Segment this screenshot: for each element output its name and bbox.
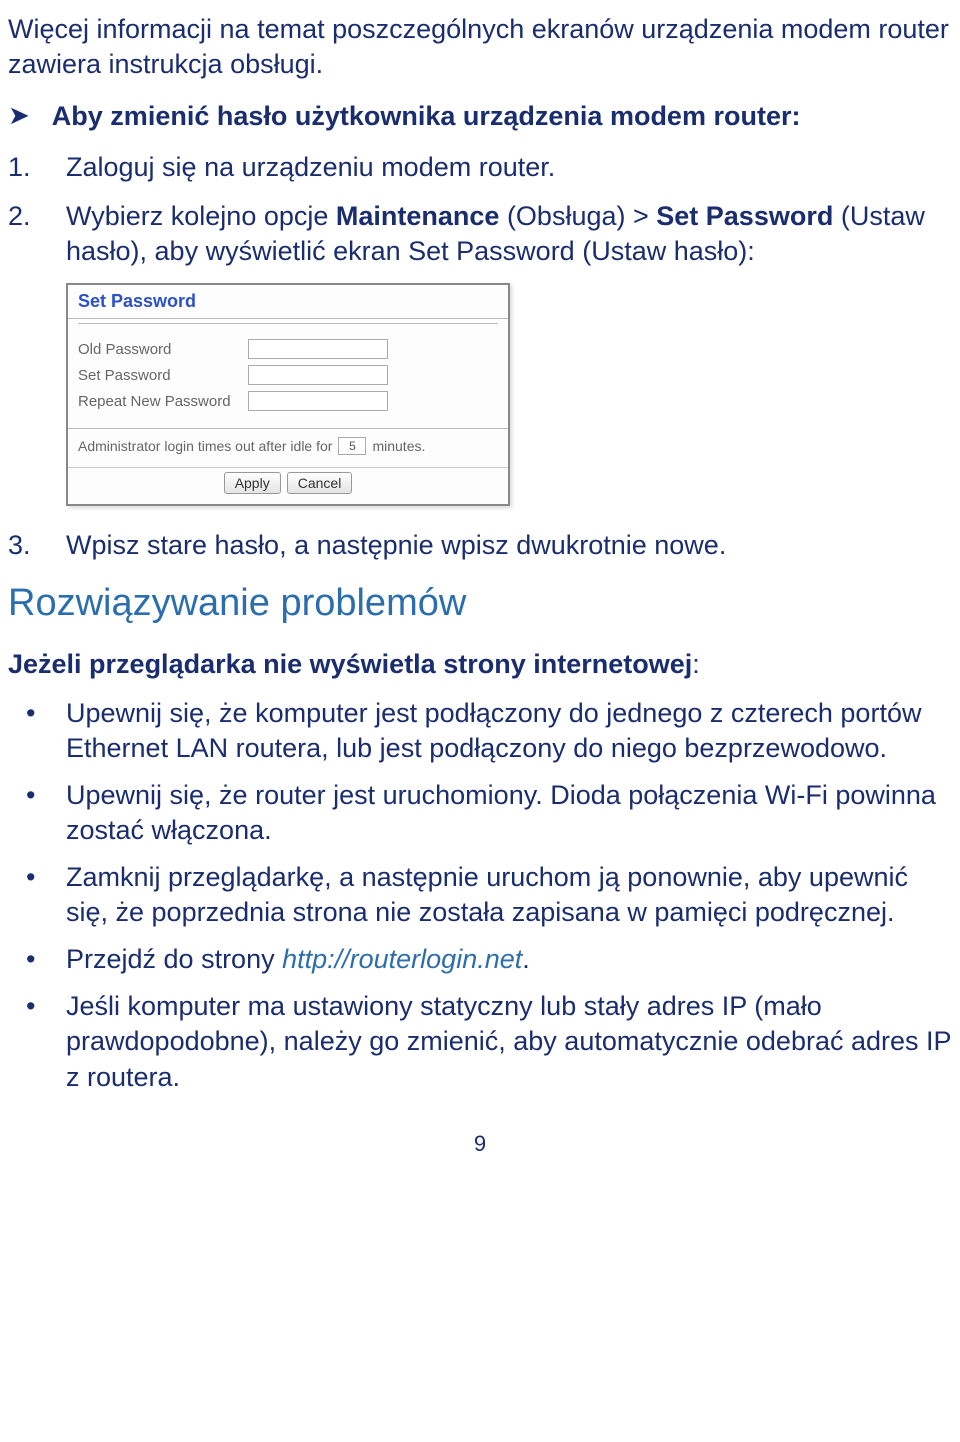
arrow-right-icon: ➤	[8, 99, 30, 134]
list-text: Upewnij się, że komputer jest podłączony…	[66, 696, 952, 766]
list-item: • Przejdź do strony http://routerlogin.n…	[8, 942, 952, 977]
text-fragment: Przejdź do strony	[66, 944, 282, 974]
list-item: • Upewnij się, że komputer jest podłączo…	[8, 696, 952, 766]
step-text: Wybierz kolejno opcje Maintenance (Obsłu…	[66, 199, 952, 269]
repeat-password-row: Repeat New Password	[68, 388, 508, 414]
timeout-post-text: minutes.	[372, 438, 425, 454]
old-password-row: Old Password	[68, 336, 508, 362]
list-text: Upewnij się, że router jest uruchomiony.…	[66, 778, 952, 848]
section-heading: Rozwiązywanie problemów	[8, 582, 952, 625]
document-page: Więcej informacji na temat poszczególnyc…	[0, 0, 960, 1187]
step-number: 3.	[8, 528, 66, 563]
timeout-input[interactable]: 5	[338, 437, 366, 455]
field-label: Repeat New Password	[78, 393, 248, 410]
arrow-bullet-row: ➤ Aby zmienić hasło użytkownika urządzen…	[8, 99, 952, 134]
list-item: • Upewnij się, że router jest uruchomion…	[8, 778, 952, 848]
step-1: 1. Zaloguj się na urządzeniu modem route…	[8, 150, 952, 185]
bullet-icon: •	[8, 778, 66, 848]
lead-colon: :	[692, 649, 700, 679]
bullet-icon: •	[8, 860, 66, 930]
url-text: http://routerlogin.net	[282, 944, 522, 974]
text-bold: Set Password	[656, 201, 833, 231]
text-fragment: .	[522, 944, 530, 974]
embedded-screenshot: Set Password Old Password Set Password R…	[66, 283, 952, 506]
divider	[78, 323, 498, 324]
repeat-password-input[interactable]	[248, 391, 388, 411]
field-label: Old Password	[78, 341, 248, 358]
list-text: Jeśli komputer ma ustawiony statyczny lu…	[66, 989, 952, 1094]
set-password-input[interactable]	[248, 365, 388, 385]
apply-button[interactable]: Apply	[224, 472, 281, 494]
set-password-panel: Set Password Old Password Set Password R…	[66, 283, 510, 506]
list-text: Przejdź do strony http://routerlogin.net…	[66, 942, 530, 977]
timeout-pre-text: Administrator login times out after idle…	[78, 438, 332, 454]
step-number: 2.	[8, 199, 66, 269]
old-password-input[interactable]	[248, 339, 388, 359]
text-bold: Maintenance	[336, 201, 500, 231]
bullet-icon: •	[8, 989, 66, 1094]
intro-paragraph: Więcej informacji na temat poszczególnyc…	[8, 12, 952, 81]
text-fragment: Wybierz kolejno opcje	[66, 201, 336, 231]
cancel-button[interactable]: Cancel	[287, 472, 353, 494]
list-item: • Zamknij przeglądarkę, a następnie uruc…	[8, 860, 952, 930]
step-text: Zaloguj się na urządzeniu modem router.	[66, 150, 555, 185]
lead-bold: Jeżeli przeglądarka nie wyświetla strony…	[8, 649, 692, 679]
step-3: 3. Wpisz stare hasło, a następnie wpisz …	[8, 528, 952, 563]
page-number: 9	[8, 1131, 952, 1157]
list-text: Zamknij przeglądarkę, a następnie urucho…	[66, 860, 952, 930]
step-number: 1.	[8, 150, 66, 185]
panel-title: Set Password	[68, 285, 508, 319]
subsection-lead: Jeżeli przeglądarka nie wyświetla strony…	[8, 647, 952, 682]
timeout-row: Administrator login times out after idle…	[68, 428, 508, 463]
field-label: Set Password	[78, 367, 248, 384]
troubleshoot-list: • Upewnij się, że komputer jest podłączo…	[8, 696, 952, 1095]
bullet-icon: •	[8, 942, 66, 977]
step-text: Wpisz stare hasło, a następnie wpisz dwu…	[66, 528, 726, 563]
text-fragment: (Obsługa) >	[499, 201, 656, 231]
set-password-row: Set Password	[68, 362, 508, 388]
arrow-bullet-text: Aby zmienić hasło użytkownika urządzenia…	[52, 99, 801, 134]
button-row: Apply Cancel	[68, 467, 508, 504]
bullet-icon: •	[8, 696, 66, 766]
list-item: • Jeśli komputer ma ustawiony statyczny …	[8, 989, 952, 1094]
step-2: 2. Wybierz kolejno opcje Maintenance (Ob…	[8, 199, 952, 269]
